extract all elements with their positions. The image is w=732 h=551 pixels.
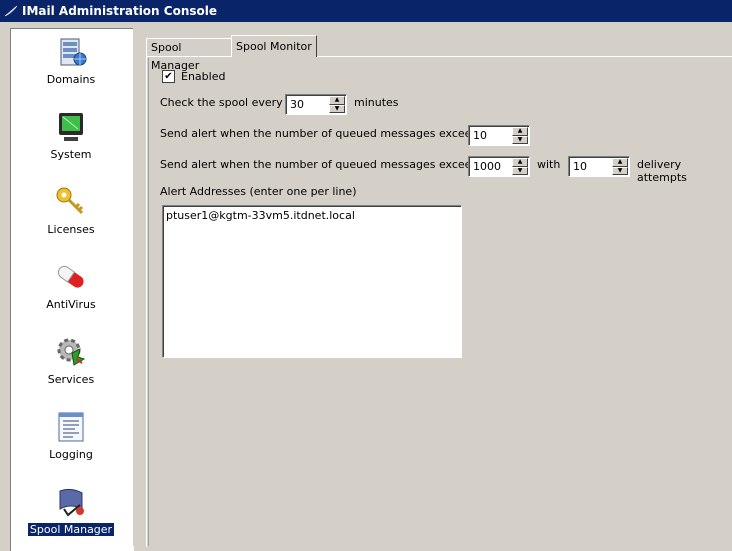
tab-spool-monitor[interactable]: Spool Monitor [231,35,317,57]
queue-attempts-alert-stepper[interactable]: 1000 ▲ ▼ [468,156,530,177]
spin-down-button[interactable]: ▼ [612,166,628,175]
queue-alert-value: 10 [473,129,487,142]
sidebar-item-system[interactable]: System [11,110,131,161]
monitor-icon [59,113,83,141]
sidebar-item-label: Services [47,373,95,386]
sidebar: Domains System Licenses AntiVirus Servic… [10,28,134,551]
enabled-checkbox[interactable]: ✔ [162,70,175,83]
spin-up-button[interactable]: ▲ [329,96,345,105]
sidebar-item-label: Domains [46,73,96,86]
imail-feather-icon [4,5,18,17]
pill-icon [57,265,84,288]
spin-down-button[interactable]: ▼ [512,135,528,144]
check-interval-label: Check the spool every [160,96,283,109]
sidebar-item-services[interactable]: Services [11,335,131,386]
check-interval-stepper[interactable]: 30 ▲ ▼ [285,94,347,115]
delivery-attempts-label: delivery attempts [637,158,687,184]
tab-spool-manager[interactable]: Spool Manager [146,38,238,72]
sidebar-item-logging[interactable]: Logging [11,410,131,461]
sidebar-item-label: Licenses [47,223,95,236]
sidebar-item-label: System [50,148,92,161]
enabled-label: Enabled [181,70,226,83]
check-interval-unit: minutes [354,96,399,109]
sidebar-item-spool-manager[interactable]: Spool Manager [11,485,131,537]
document-icon [58,412,84,442]
queue-attempts-alert-value: 1000 [473,160,501,173]
spin-down-button[interactable]: ▼ [512,166,528,175]
sidebar-item-domains[interactable]: Domains [11,35,131,86]
spin-up-button[interactable]: ▲ [512,158,528,167]
spin-up-button[interactable]: ▲ [512,127,528,136]
delivery-attempts-value: 10 [573,160,587,173]
sidebar-item-label: Spool Manager [26,522,116,537]
spin-down-button[interactable]: ▼ [329,104,345,113]
splitter[interactable] [133,28,139,546]
sidebar-item-licenses[interactable]: Licenses [11,185,131,236]
check-interval-value: 30 [290,98,304,111]
queue-alert-stepper[interactable]: 10 ▲ ▼ [468,125,530,146]
with-label: with [537,158,561,171]
server-icon [60,38,87,66]
sidebar-item-antivirus[interactable]: AntiVirus [11,260,131,311]
alert-addresses-textarea[interactable]: ptuser1@kgtm-33vm5.itdnet.local [162,205,462,358]
alert-addresses-label: Alert Addresses (enter one per line) [160,185,357,198]
window-title: IMail Administration Console [22,4,217,18]
gear-icon [57,338,86,366]
spin-up-button[interactable]: ▲ [612,158,628,167]
key-icon [56,187,84,215]
sidebar-item-label: AntiVirus [46,298,96,311]
delivery-attempts-stepper[interactable]: 10 ▲ ▼ [568,156,630,177]
alert-address-line: ptuser1@kgtm-33vm5.itdnet.local [166,209,355,222]
spool-icon [59,488,84,517]
sidebar-item-label: Logging [49,448,93,461]
queue-alert-label: Send alert when the number of queued mes… [160,127,485,140]
title-bar: IMail Administration Console [0,0,732,22]
queue-attempts-alert-label: Send alert when the number of queued mes… [160,158,485,171]
